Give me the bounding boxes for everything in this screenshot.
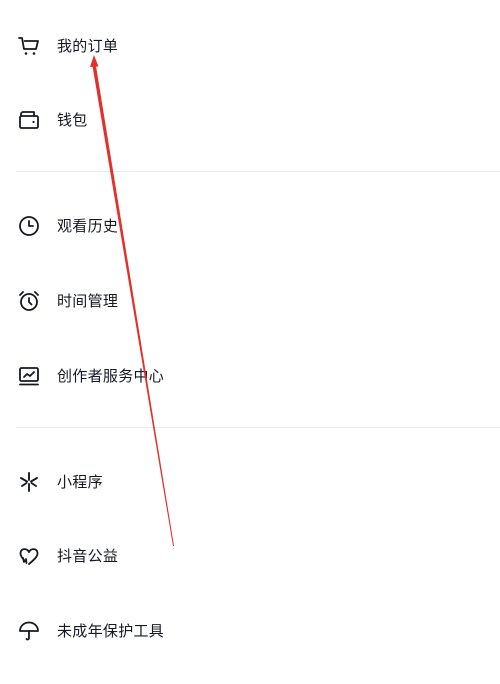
menu-item-label: 观看历史 <box>57 217 119 235</box>
menu-item-label: 我的订单 <box>57 37 119 55</box>
menu-item-minor-protection[interactable]: 未成年保护工具 <box>0 611 500 651</box>
menu-item-label: 创作者服务中心 <box>57 367 165 385</box>
cart-icon <box>17 34 41 58</box>
menu-item-label: 钱包 <box>57 111 88 129</box>
alarm-clock-icon <box>17 289 41 313</box>
menu-item-creator-center[interactable]: 创作者服务中心 <box>0 356 500 396</box>
menu-item-label: 抖音公益 <box>57 547 119 565</box>
menu-item-label: 未成年保护工具 <box>57 622 165 640</box>
menu-item-my-orders[interactable]: 我的订单 <box>0 26 500 66</box>
mini-program-icon <box>17 470 41 494</box>
monitor-chart-icon <box>17 364 41 388</box>
clock-icon <box>17 214 41 238</box>
heart-hands-icon <box>17 544 41 568</box>
menu-item-mini-programs[interactable]: 小程序 <box>0 462 500 502</box>
menu-item-label: 小程序 <box>57 473 103 491</box>
wallet-icon <box>17 108 41 132</box>
umbrella-icon <box>17 619 41 643</box>
side-menu: 我的订单 钱包 观看历史 时间管理 创作者服务中心 小程序 抖音公益 未成年保护… <box>0 0 500 684</box>
menu-item-label: 时间管理 <box>57 292 119 310</box>
menu-item-watch-history[interactable]: 观看历史 <box>0 206 500 246</box>
section-divider <box>16 427 500 428</box>
menu-item-time-management[interactable]: 时间管理 <box>0 281 500 321</box>
menu-item-charity[interactable]: 抖音公益 <box>0 536 500 576</box>
menu-item-wallet[interactable]: 钱包 <box>0 100 500 140</box>
section-divider <box>16 171 500 172</box>
